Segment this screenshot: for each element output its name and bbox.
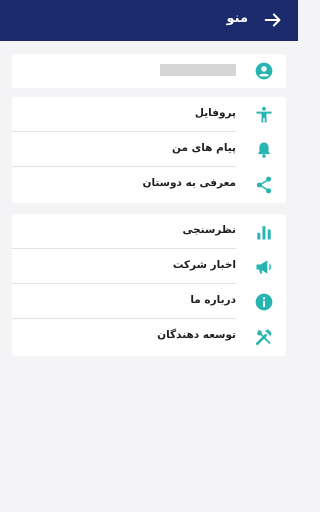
back-arrow-icon[interactable]	[262, 9, 284, 31]
menu-item-company-news[interactable]: اخبار شرکت	[12, 249, 286, 284]
menu-item-invite-friends[interactable]: معرفی به دوستان	[12, 167, 286, 202]
info-icon	[254, 292, 274, 312]
menu-item-label: معرفی به دوستان	[142, 177, 236, 189]
bar-chart-icon	[254, 222, 274, 242]
app-bar: منو	[0, 0, 298, 41]
menu-item-label: پیام های من	[172, 142, 236, 154]
menu-item-label: اخبار شرکت	[172, 259, 236, 271]
menu-group-account: پروفایل پیام های من معرفی به دوستان	[12, 97, 286, 203]
bell-icon	[254, 140, 274, 160]
menu-item-label: درباره ما	[190, 294, 236, 306]
menu-group-info: نظرسنجی اخبار شرکت درباره ما توسعه دهندگ…	[12, 214, 286, 356]
share-icon	[254, 175, 274, 195]
menu-item-about-us[interactable]: درباره ما	[12, 284, 286, 319]
menu-item-label: پروفایل	[194, 107, 236, 119]
menu-item-my-messages[interactable]: پیام های من	[12, 132, 286, 167]
user-name-placeholder	[160, 64, 236, 76]
account-circle-icon	[254, 61, 274, 81]
menu-item-label: توسعه دهندگان	[157, 329, 236, 341]
accessibility-icon	[254, 105, 274, 125]
menu-item-profile[interactable]: پروفایل	[12, 97, 286, 132]
menu-item-label: نظرسنجی	[182, 224, 236, 236]
page-title: منو	[226, 11, 248, 26]
menu-item-survey[interactable]: نظرسنجی	[12, 214, 286, 249]
megaphone-icon	[254, 257, 274, 277]
tools-icon	[254, 327, 274, 347]
menu-item-developers[interactable]: توسعه دهندگان	[12, 319, 286, 354]
profile-card[interactable]	[12, 54, 286, 88]
